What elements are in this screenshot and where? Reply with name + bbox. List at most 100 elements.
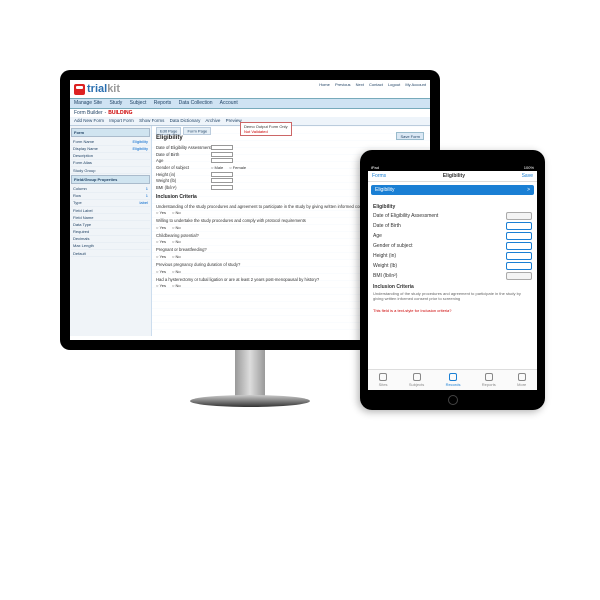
tool-dictionary[interactable]: Data Dictionary <box>170 118 201 123</box>
t-field: Gender of subject <box>373 242 532 250</box>
building-status: BUILDING <box>108 110 132 117</box>
num-input[interactable] <box>211 172 233 177</box>
menu-data-collection[interactable]: Data Collection <box>179 100 213 106</box>
tab-edit[interactable]: Edit Page <box>156 127 181 135</box>
status-bar: iPad 100% <box>368 164 537 171</box>
tool-show[interactable]: Show Forms <box>139 118 164 123</box>
side-form-row: Study Group <box>71 167 150 174</box>
chevron-right-icon: > <box>527 187 530 193</box>
link-home[interactable]: Home <box>319 82 330 87</box>
top-right-links: Home Previous Next Contact Logout My Acc… <box>315 82 426 87</box>
nav-title: Eligibility <box>443 173 465 179</box>
side-prop-row: Decimals <box>71 236 150 243</box>
form-builder-label: Form Builder <box>74 110 103 117</box>
t-field: BMI (lb/in²) <box>373 272 532 280</box>
status-left: iPad <box>371 165 379 170</box>
subjects-icon <box>413 373 421 381</box>
side-prop-row: Typelabel <box>71 200 150 207</box>
link-contact[interactable]: Contact <box>369 82 383 87</box>
link-previous[interactable]: Previous <box>335 82 351 87</box>
form-header-bar[interactable]: Eligibility > <box>371 185 534 195</box>
tool-import[interactable]: Import Form <box>109 118 134 123</box>
more-icon <box>518 373 526 381</box>
link-logout[interactable]: Logout <box>388 82 400 87</box>
tab-reports[interactable]: Reports <box>482 373 496 387</box>
status-right: 100% <box>524 165 534 170</box>
t-field: Weight (lb) <box>373 262 532 270</box>
tool-add-form[interactable]: Add New Form <box>74 118 104 123</box>
date-input[interactable] <box>211 145 233 150</box>
radio-group[interactable]: MaleFemale <box>211 165 252 170</box>
num-input[interactable] <box>211 178 233 183</box>
logo-text-1: trial <box>87 82 107 96</box>
select-input[interactable] <box>506 242 532 250</box>
nav-bar: Forms Eligibility Save <box>368 171 537 182</box>
link-next[interactable]: Next <box>356 82 364 87</box>
side-prop-row: Column1 <box>71 185 150 192</box>
logo-text-2: kit <box>107 82 120 96</box>
num-input[interactable] <box>506 262 532 270</box>
tab-bar: Sites Subjects Records Reports More <box>368 369 537 390</box>
demo-badge: Demo Output Form Only Not Validated <box>240 122 292 136</box>
side-prop-row: Field Name <box>71 214 150 221</box>
num-input[interactable] <box>211 185 233 190</box>
menu-account[interactable]: Account <box>220 100 238 106</box>
form-title: Eligibility <box>156 135 426 143</box>
side-prop-row: Data Type <box>71 221 150 228</box>
date-input[interactable] <box>506 212 532 220</box>
t-field: Date of Eligibility Assessment <box>373 212 532 220</box>
inclusion-text: Understanding of the study procedures an… <box>373 292 532 302</box>
badge-sub: Not Validated <box>244 129 288 134</box>
reports-icon <box>485 373 493 381</box>
inclusion-header: Inclusion Criteria <box>373 284 532 290</box>
tablet-screen: iPad 100% Forms Eligibility Save Eligibi… <box>368 164 537 390</box>
side-form-header[interactable]: Form <box>71 128 150 137</box>
date-input[interactable] <box>211 152 233 157</box>
section-title: Eligibility <box>373 204 532 210</box>
tab-sites[interactable]: Sites <box>379 373 388 387</box>
num-input[interactable] <box>506 232 532 240</box>
side-prop-row: Row1 <box>71 193 150 200</box>
num-input[interactable] <box>211 158 233 163</box>
side-form-row: Display NameEligibility <box>71 146 150 153</box>
sites-icon <box>379 373 387 381</box>
side-form-row: Description <box>71 153 150 160</box>
side-prop-row: Field Label <box>71 207 150 214</box>
main-menu: Manage Site Study Subject Reports Data C… <box>70 98 430 109</box>
link-account[interactable]: My Account <box>405 82 426 87</box>
t-field: Age <box>373 232 532 240</box>
form-builder-bar: Form Builder - BUILDING <box>70 109 430 118</box>
date-input[interactable] <box>506 222 532 230</box>
logo-icon <box>74 84 85 95</box>
tab-records[interactable]: Records <box>446 373 461 387</box>
tab-form[interactable]: Form Page <box>183 127 211 135</box>
records-icon <box>449 373 457 381</box>
home-button[interactable] <box>448 395 458 405</box>
menu-subject[interactable]: Subject <box>130 100 147 106</box>
side-prop-row: Max Length <box>71 243 150 250</box>
monitor-stand-base <box>190 395 310 407</box>
sidebar: Form Form NameEligibility Display NameEl… <box>70 126 152 336</box>
tab-subjects[interactable]: Subjects <box>409 373 424 387</box>
tab-more[interactable]: More <box>517 373 526 387</box>
nav-back[interactable]: Forms <box>372 173 386 179</box>
validation-text: This field is a text-style for Inclusion… <box>373 308 532 313</box>
menu-study[interactable]: Study <box>109 100 122 106</box>
save-form-button[interactable]: Save Form <box>396 132 424 140</box>
nav-save[interactable]: Save <box>522 173 533 179</box>
monitor-stand-neck <box>235 350 265 400</box>
menu-reports[interactable]: Reports <box>154 100 172 106</box>
side-prop-row: Required <box>71 229 150 236</box>
t-field: Height (in) <box>373 252 532 260</box>
num-input[interactable] <box>506 272 532 280</box>
form-header-label: Eligibility <box>375 187 394 193</box>
side-prop-row: Default <box>71 250 150 257</box>
side-props-header[interactable]: Field/Group Properties <box>71 175 150 184</box>
tablet-device: iPad 100% Forms Eligibility Save Eligibi… <box>360 150 545 410</box>
tool-archive[interactable]: Archive <box>205 118 220 123</box>
side-form-row: Form Alias <box>71 160 150 167</box>
tablet-body: Eligibility Date of Eligibility Assessme… <box>368 198 537 315</box>
menu-manage-site[interactable]: Manage Site <box>74 100 102 106</box>
num-input[interactable] <box>506 252 532 260</box>
side-form-row: Form NameEligibility <box>71 138 150 145</box>
